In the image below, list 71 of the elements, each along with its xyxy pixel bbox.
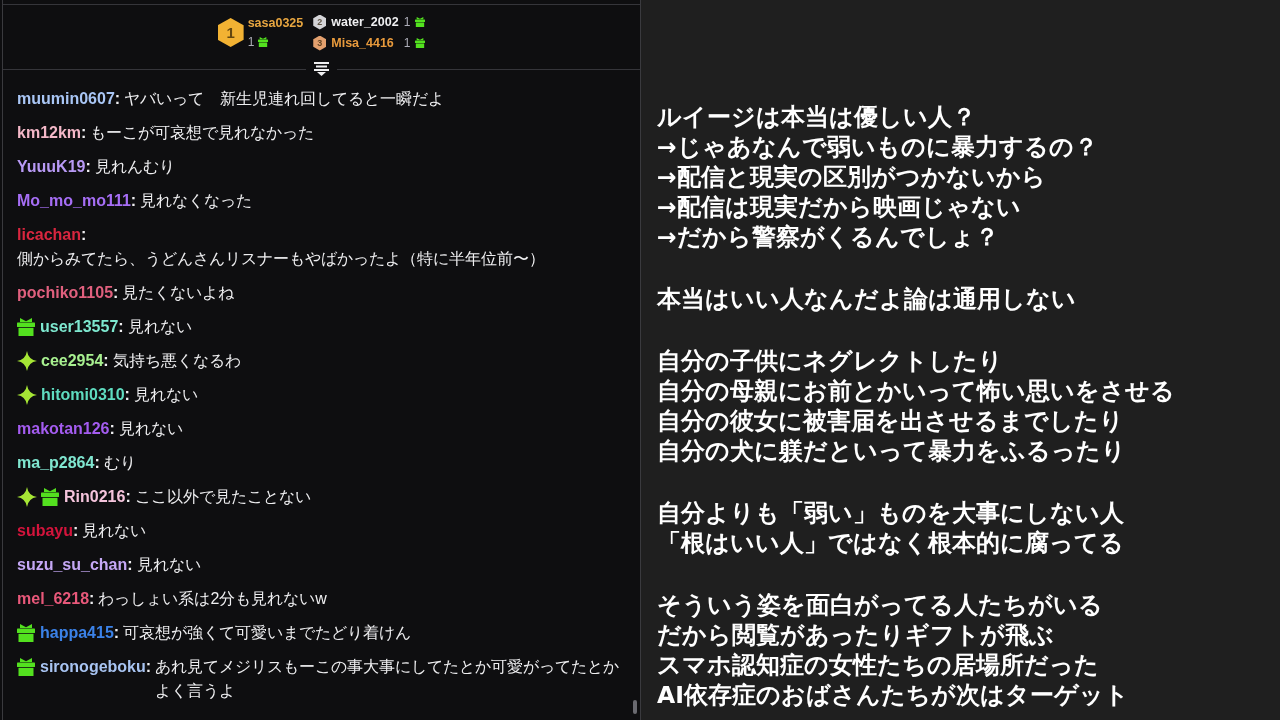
chat-username[interactable]: pochiko1105: (17, 281, 119, 305)
gift-icon (258, 37, 269, 47)
chat-message: ヤバいって 新生児連れ回してると一瞬だよ (124, 89, 445, 109)
chat-username[interactable]: Mo_mo_mo111: (17, 189, 137, 213)
chat-message: 可哀想が強くて可愛いまでたどり着けん (123, 623, 412, 643)
note-line: AI依存症のおばさんたちが次はターゲット (657, 680, 1129, 710)
chat-message: 見れんむり (94, 157, 175, 177)
chat-username[interactable]: hitomi0310: (41, 383, 130, 407)
chat-username[interactable]: ma_p2864: (17, 451, 100, 475)
gift-icon (415, 38, 426, 48)
chat-message: もーこが可哀想で見れなかった (90, 123, 315, 143)
chat-username[interactable]: Rin0216: (64, 485, 131, 509)
note-line: →配信と現実の区別がつかないから (657, 162, 1046, 192)
sparkle-icon (17, 385, 37, 405)
chat-username[interactable]: makotan126: (17, 417, 115, 441)
chat-message: むり (103, 453, 136, 473)
note-line: 自分の犬に躾だといって暴力をふるったり (657, 436, 1126, 466)
leaderboard-username[interactable]: Misa_4416 (331, 34, 399, 52)
chat-message: 見たくないよね (122, 283, 235, 303)
note-line: →じゃあなんで弱いものに暴力するの？ (657, 132, 1098, 162)
note-line: 自分の彼女に被害届を出させるまでしたり (657, 406, 1124, 436)
chat-username[interactable]: YuuuK19: (17, 155, 91, 179)
chat-message: 気持ち悪くなるわ (112, 351, 241, 371)
chat-username[interactable]: sironogeboku: (40, 655, 152, 679)
note-line: ルイージは本当は優しい人？ (657, 102, 976, 132)
chat-username[interactable]: cee2954: (41, 349, 109, 373)
note-line: 本当はいい人なんだよ論は通用しない (657, 284, 1076, 314)
chat-message: ここ以外で見たことない (134, 487, 311, 507)
gift-icon (17, 624, 35, 642)
gift-icon (17, 318, 35, 336)
note-line: だから閲覧があったりギフトが飛ぶ (657, 620, 1054, 650)
leaderboard-username[interactable]: sasa0325 (247, 15, 304, 32)
sparkle-icon (17, 487, 37, 507)
note-line: スマホ認知症の女性たちの居場所だった (657, 650, 1099, 680)
note-line: そういう姿を面白がってる人たちがいる (657, 590, 1103, 620)
chat-username[interactable]: licachan: (17, 223, 87, 247)
gift-count: 1 (403, 35, 411, 51)
chat-username[interactable]: user13557: (40, 315, 124, 339)
chat-message: わっしょい系は2分も見れないw (98, 589, 327, 609)
note-line: 自分の母親にお前とかいって怖い思いをさせる (657, 376, 1175, 406)
sparkle-icon (17, 351, 37, 371)
chat-username[interactable]: km12km: (17, 121, 87, 145)
rank-badge: 1 (217, 18, 244, 47)
leaderboard-username[interactable]: water_2002 (331, 13, 399, 31)
chat-message: 見れない (133, 385, 198, 405)
chat-message: 見れない (82, 521, 147, 541)
chat-message: 見れない (118, 419, 183, 439)
note-line: 「根はいい人」ではなく根本的に腐ってる (657, 528, 1124, 558)
chat-message: あれ見てメジリスもーこの事大事にしてたとか可愛がってたとかよく言うよ (155, 657, 620, 701)
collapse-icon[interactable] (314, 62, 329, 76)
chat-message: 見れなくなった (140, 191, 253, 211)
chat-username[interactable]: muumin0607: (17, 87, 121, 111)
chat-username[interactable]: suzu_su_chan: (17, 553, 133, 577)
scrollbar-thumb[interactable] (633, 700, 637, 714)
chat-message: 見れない (136, 555, 201, 575)
chat-message: 側からみてたら、うどんさんリスナーもやばかったよ（特に半年位前〜） (17, 249, 545, 269)
note-line: 自分の子供にネグレクトしたり (657, 346, 1003, 376)
note-line: →配信は現実だから映画じゃない (657, 192, 1021, 222)
chat-username[interactable]: mel_6218: (17, 587, 95, 611)
gift-count: 1 (247, 34, 255, 50)
note-line: 自分よりも「弱い」ものを大事にしない人 (657, 498, 1124, 528)
chat-username[interactable]: happa415: (40, 621, 120, 645)
chat-message: 見れない (127, 317, 192, 337)
chat-username[interactable]: subayu: (17, 519, 79, 543)
rank-badge: 2 (313, 14, 327, 30)
gift-count: 1 (403, 14, 411, 30)
rank-badge: 3 (313, 35, 327, 51)
gift-icon (41, 488, 59, 506)
gift-icon (17, 658, 35, 676)
gift-icon (415, 17, 426, 27)
note-line: →だから警察がくるんでしょ？ (657, 222, 999, 252)
